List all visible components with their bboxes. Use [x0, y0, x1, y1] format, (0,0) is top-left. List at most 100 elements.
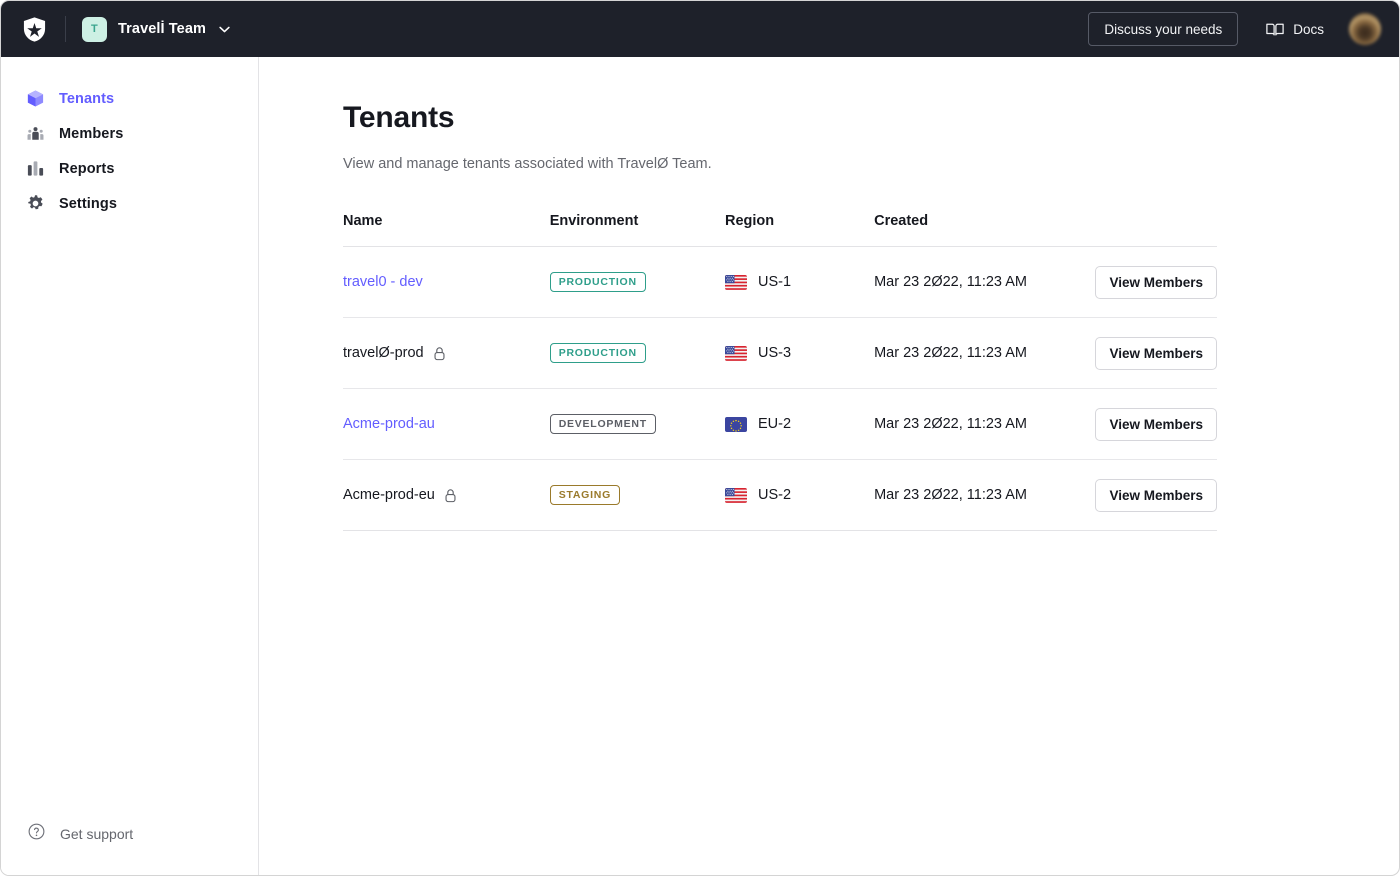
- lock-icon: [433, 346, 446, 361]
- environment-badge: STAGING: [549, 485, 620, 505]
- get-support-label: Get support: [60, 826, 134, 842]
- sidebar-item-label: Reports: [59, 160, 115, 177]
- created-timestamp: Mar 23 2Ø22, 11:23 AM: [874, 487, 1027, 503]
- column-header-region: Region: [725, 213, 875, 247]
- tenant-name-link[interactable]: Acme-prod-au: [343, 416, 435, 432]
- app-window: T Travelİ Team Discuss your needs Docs T…: [0, 0, 1400, 876]
- people-icon: [26, 124, 45, 143]
- environment-badge: DEVELOPMENT: [549, 414, 656, 434]
- column-header-created: Created: [874, 213, 1096, 247]
- sidebar-item-tenants[interactable]: Tenants: [1, 81, 258, 116]
- sidebar-item-label: Settings: [59, 195, 117, 212]
- environment-badge: PRODUCTION: [549, 272, 646, 292]
- team-name: Travelİ Team: [118, 21, 206, 37]
- created-timestamp: Mar 23 2Ø22, 11:23 AM: [874, 416, 1027, 432]
- team-avatar: T: [82, 16, 107, 42]
- created-cell: Mar 23 2Ø22, 11:23 AM: [874, 317, 1096, 389]
- sidebar-item-label: Tenants: [59, 90, 115, 107]
- tenant-name-cell: travel0 - dev: [343, 246, 550, 318]
- auth0-logo-icon[interactable]: [21, 16, 48, 43]
- view-members-button[interactable]: View Members: [1095, 265, 1217, 299]
- region-cell: US-3: [725, 317, 875, 389]
- discuss-your-needs-button[interactable]: Discuss your needs: [1088, 12, 1239, 46]
- docs-label: Docs: [1293, 21, 1324, 37]
- docs-link[interactable]: Docs: [1266, 22, 1324, 37]
- sidebar-item-settings[interactable]: Settings: [1, 186, 258, 221]
- created-timestamp: Mar 23 2Ø22, 11:23 AM: [874, 345, 1027, 361]
- tenant-name-wrapper: travel0 - dev: [343, 274, 550, 290]
- region-label: EU-2: [758, 416, 792, 432]
- environment-cell: STAGING: [549, 459, 725, 531]
- tenants-table-body: travel0 - dev PRODUCTION US-1 Mar 23 2Ø22,…: [343, 246, 1217, 531]
- tenant-name-text: Acme-prod-eu: [343, 487, 435, 503]
- region-label: US-1: [758, 274, 792, 290]
- tenants-table: Name Environment Region Created travel0 …: [343, 213, 1217, 531]
- environment-cell: PRODUCTION: [549, 246, 725, 318]
- tenant-name-cell: Acme-prod-eu: [343, 459, 550, 531]
- top-navigation-bar: T Travelİ Team Discuss your needs Docs: [1, 1, 1399, 57]
- get-support-link[interactable]: Get support: [1, 823, 258, 845]
- tenant-name-wrapper: travelØ-prod: [343, 345, 550, 361]
- sidebar: Tenants Members Reports Settings Get sup…: [1, 57, 259, 875]
- sidebar-item-members[interactable]: Members: [1, 116, 258, 151]
- region-wrapper: US-1: [725, 274, 874, 290]
- table-header-row: Name Environment Region Created: [343, 213, 1217, 247]
- environment-badge: PRODUCTION: [549, 343, 646, 363]
- main-content: Tenants View and manage tenants associat…: [259, 57, 1399, 875]
- team-switcher[interactable]: T Travelİ Team: [82, 16, 230, 42]
- us-flag-icon: [725, 487, 747, 503]
- question-circle-icon: [28, 823, 45, 845]
- chevron-down-icon: [217, 26, 230, 33]
- table-row: travelØ-prod PRODUCTION US-3 Mar 23 2Ø22,…: [343, 317, 1217, 389]
- environment-cell: DEVELOPMENT: [549, 388, 725, 460]
- environment-cell: PRODUCTION: [549, 317, 725, 389]
- sidebar-item-label: Members: [59, 125, 124, 142]
- column-header-environment: Environment: [549, 213, 725, 247]
- action-cell: View Members: [1095, 388, 1217, 460]
- created-cell: Mar 23 2Ø22, 11:23 AM: [874, 459, 1096, 531]
- tenant-name-wrapper: Acme-prod-eu: [343, 487, 550, 503]
- sidebar-nav: Tenants Members Reports Settings: [1, 81, 258, 221]
- tenant-name-link[interactable]: travel0 - dev: [343, 274, 423, 290]
- bar-chart-icon: [26, 159, 45, 178]
- table-row: Acme-prod-eu STAGING US-2 Mar 23 2Ø22, 11…: [343, 459, 1217, 531]
- column-header-actions: [1095, 213, 1217, 247]
- page-subtitle: View and manage tenants associated with …: [343, 156, 712, 172]
- action-wrapper: View Members: [1095, 336, 1217, 370]
- gear-icon: [26, 194, 45, 213]
- tenant-name-cell: travelØ-prod: [343, 317, 550, 389]
- region-wrapper: US-2: [725, 487, 874, 503]
- view-members-button[interactable]: View Members: [1095, 478, 1217, 512]
- action-cell: View Members: [1095, 317, 1217, 389]
- user-avatar[interactable]: [1349, 13, 1381, 45]
- app-body: Tenants Members Reports Settings Get sup…: [1, 57, 1399, 875]
- region-label: US-2: [758, 487, 792, 503]
- eu-flag-icon: [725, 416, 747, 432]
- tenant-name-text: travelØ-prod: [343, 345, 424, 361]
- region-wrapper: US-3: [725, 345, 874, 361]
- view-members-button[interactable]: View Members: [1095, 407, 1217, 441]
- topbar-divider: [65, 16, 66, 42]
- created-cell: Mar 23 2Ø22, 11:23 AM: [874, 246, 1096, 318]
- created-timestamp: Mar 23 2Ø22, 11:23 AM: [874, 274, 1027, 290]
- table-row: travel0 - dev PRODUCTION US-1 Mar 23 2Ø22,…: [343, 246, 1217, 318]
- column-header-name: Name: [343, 213, 550, 247]
- region-label: US-3: [758, 345, 792, 361]
- tenant-name-cell: Acme-prod-au: [343, 388, 550, 460]
- action-wrapper: View Members: [1095, 407, 1217, 441]
- action-wrapper: View Members: [1095, 265, 1217, 299]
- page-title: Tenants: [343, 101, 455, 134]
- region-cell: US-2: [725, 459, 875, 531]
- tenants-table-head: Name Environment Region Created: [343, 213, 1217, 247]
- region-cell: EU-2: [725, 388, 875, 460]
- lock-icon: [444, 488, 457, 503]
- sidebar-item-reports[interactable]: Reports: [1, 151, 258, 186]
- us-flag-icon: [725, 345, 747, 361]
- created-cell: Mar 23 2Ø22, 11:23 AM: [874, 388, 1096, 460]
- table-row: Acme-prod-au DEVELOPMENT EU-2 Mar 23 2Ø22,…: [343, 388, 1217, 460]
- action-wrapper: View Members: [1095, 478, 1217, 512]
- view-members-button[interactable]: View Members: [1095, 336, 1217, 370]
- region-cell: US-1: [725, 246, 875, 318]
- book-icon: [1266, 22, 1284, 37]
